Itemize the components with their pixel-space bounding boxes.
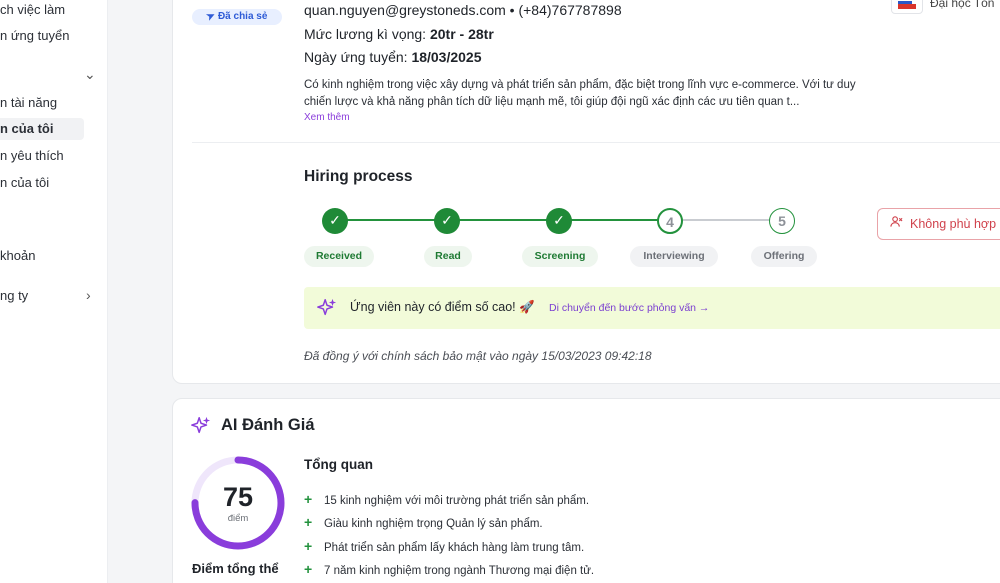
overview-point-text: Phát triển sản phẩm lấy khách hàng làm t… (324, 542, 585, 554)
overview-point-text: 7 năm kinh nghiệm trong ngành Thương mại… (324, 565, 595, 577)
banner-text: Ứng viên này có điểm số cao! 🚀 (350, 300, 535, 314)
plus-icon: + (304, 561, 313, 577)
salary-value: 20tr - 28tr (429, 26, 494, 42)
overview-point: +7 năm kinh nghiệm trong ngành Thương mạ… (304, 561, 594, 577)
score-unit: điểm (227, 513, 249, 524)
candidate-contact: quan.nguyen@greystoneds.com • (+84)76778… (304, 2, 622, 18)
applied-label: Ngày ứng tuyển: (304, 49, 408, 65)
sparkle-icon (317, 298, 337, 316)
overall-score-label: Điểm tổng thể (192, 561, 279, 576)
progress-line-1 (335, 219, 447, 221)
divider (192, 142, 1000, 143)
plus-icon: + (304, 514, 313, 530)
overview-point-text: 15 kinh nghiệm với môi trường phát triển… (324, 495, 590, 507)
sidebar-item-jobs[interactable]: ch việc làm (0, 2, 65, 17)
score-value: 75 (222, 482, 254, 512)
sidebar-item-mine[interactable]: n của tôi (0, 118, 84, 140)
step-label-offering[interactable]: Offering (751, 246, 817, 267)
sidebar-item-applications[interactable]: n ứng tuyển (0, 28, 69, 43)
step-received-check-icon: ✓ (322, 208, 348, 234)
step-label-screening[interactable]: Screening (522, 246, 598, 267)
not-suitable-label: Không phù hợp (910, 217, 997, 231)
see-more-link[interactable]: Xem thêm (304, 112, 350, 123)
plus-icon: + (304, 491, 313, 507)
company-name: Đại học Tôn (930, 0, 995, 10)
sidebar-item-company[interactable]: ng ty (0, 288, 28, 303)
sidebar-item-account[interactable]: khoản (0, 248, 35, 263)
expected-salary: Mức lương kì vọng: 20tr - 28tr (304, 26, 494, 42)
send-icon: ➤ (204, 9, 217, 24)
chevron-right-icon[interactable]: › (86, 287, 91, 303)
company-logo (891, 0, 923, 14)
sidebar-item-favorites[interactable]: n yêu thích (0, 148, 64, 163)
progress-line-4 (670, 219, 782, 221)
step-label-received[interactable]: Received (304, 246, 374, 267)
step-read-check-icon: ✓ (434, 208, 460, 234)
user-remove-icon (890, 209, 904, 239)
sidebar-item-talent[interactable]: n tài năng (0, 95, 57, 110)
step-offering-number: 5 (769, 208, 795, 234)
sidebar: ch việc làm n ứng tuyển ⌄ n tài năng n c… (0, 0, 108, 583)
shared-badge-label: Đã chia sẻ (217, 11, 268, 22)
ai-sparkle-icon (191, 416, 211, 434)
step-label-interviewing[interactable]: Interviewing (630, 246, 718, 267)
sidebar-item-mine-2[interactable]: n của tôi (0, 175, 49, 190)
overview-point-text: Giàu kinh nghiệm trọng Quản lý sản phẩm. (324, 518, 543, 530)
overview-point: + Giàu kinh nghiệm trọng Quản lý sản phẩm… (304, 514, 543, 530)
applied-date: Ngày ứng tuyển: 18/03/2025 (304, 49, 482, 65)
privacy-consent: Đã đồng ý với chính sách bảo mật vào ngà… (304, 349, 652, 363)
not-suitable-button[interactable]: Không phù hợp (877, 208, 1000, 240)
applied-value: 18/03/2025 (411, 49, 482, 65)
ai-review-title: AI Đánh Giá (221, 416, 315, 434)
step-interviewing-number: 4 (657, 208, 683, 234)
hiring-process-title: Hiring process (304, 168, 413, 185)
chevron-down-icon[interactable]: ⌄ (84, 66, 96, 83)
progress-line-3 (559, 219, 670, 221)
salary-label: Mức lương kì vọng: (304, 26, 427, 42)
plus-icon: + (304, 538, 313, 554)
shared-badge: ➤Đã chia sẻ (192, 9, 282, 25)
progress-line-2 (447, 219, 559, 221)
overview-point: + Phát triển sản phẩm lấy khách hàng làm … (304, 538, 584, 554)
move-to-interview-link[interactable]: Di chuyển đến bước phỏng vấn → (549, 302, 709, 314)
step-screening-check-icon: ✓ (546, 208, 572, 234)
candidate-summary: Có kinh nghiệm trong việc xây dựng và ph… (304, 79, 856, 108)
overview-title: Tổng quan (304, 457, 373, 472)
overview-point: +15 kinh nghiệm với môi trường phát triể… (304, 491, 589, 507)
step-label-read[interactable]: Read (424, 246, 472, 267)
